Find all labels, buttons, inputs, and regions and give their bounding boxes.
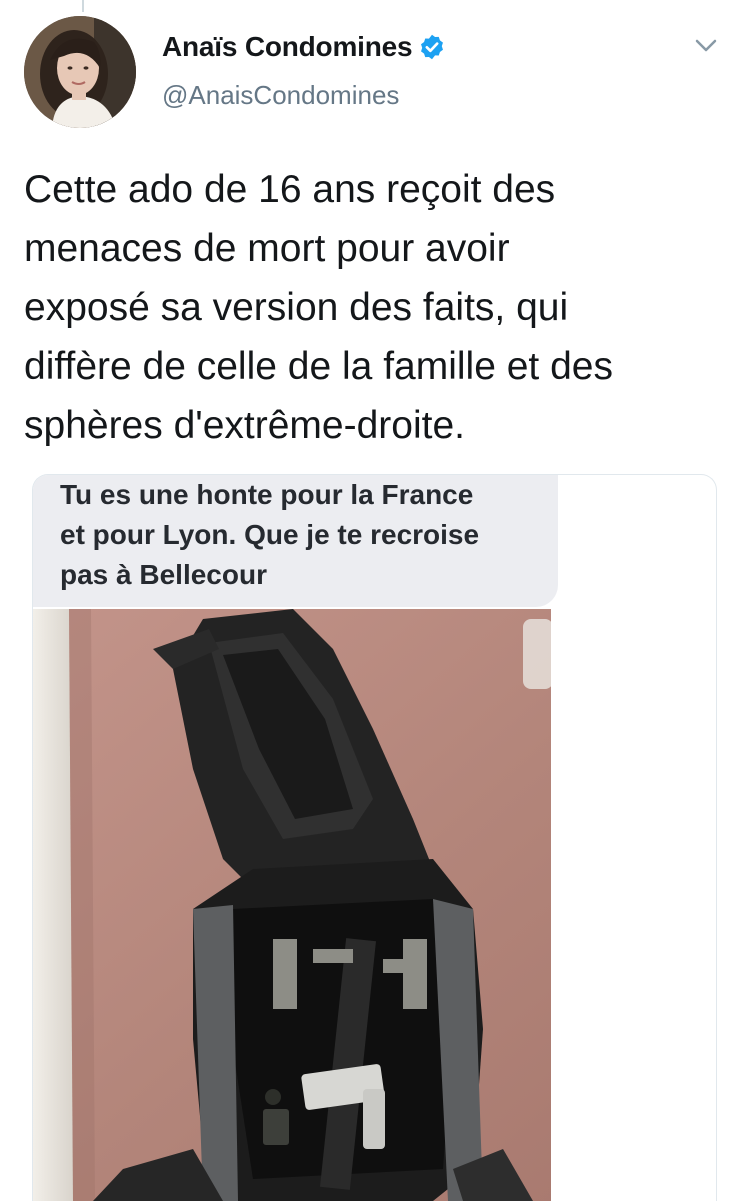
tweet-text: Cette ado de 16 ans reçoit des menaces d… — [24, 168, 613, 447]
message-bubble: Tu es une honte pour la France et pour L… — [33, 475, 558, 607]
author-display-name[interactable]: Anaïs Condomines — [162, 31, 413, 63]
chevron-down-icon[interactable] — [692, 36, 720, 56]
message-bubble-text: Tu es une honte pour la France et pour L… — [60, 479, 480, 590]
tweet: Anaïs Condomines @AnaisCondomines Cette … — [0, 0, 741, 1201]
tweet-media[interactable]: Tu es une honte pour la France et pour L… — [32, 474, 717, 1201]
thread-line — [82, 0, 84, 12]
user-info[interactable]: Anaïs Condomines @AnaisCondomines — [162, 30, 446, 111]
verified-badge-icon — [418, 33, 446, 61]
photo-rifle-backpack — [33, 609, 716, 1201]
avatar[interactable] — [24, 16, 136, 128]
author-handle[interactable]: @AnaisCondomines — [162, 80, 446, 111]
